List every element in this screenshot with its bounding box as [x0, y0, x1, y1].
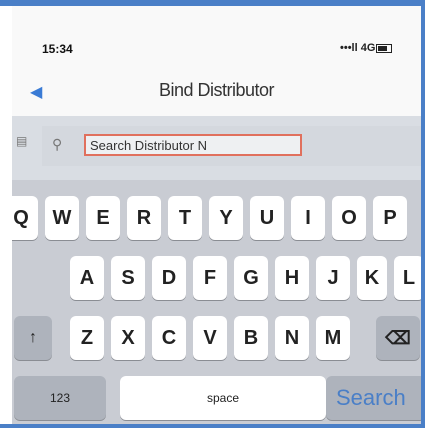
- navigation-bar: ◀ Bind Distributor: [12, 66, 421, 116]
- key-row-4: 123 space Search: [12, 376, 421, 420]
- key-r[interactable]: R: [127, 196, 161, 240]
- key-d[interactable]: D: [152, 256, 186, 300]
- key-o[interactable]: O: [332, 196, 366, 240]
- key-b[interactable]: B: [234, 316, 268, 360]
- signal-indicator: •••ll 4G: [340, 42, 376, 54]
- search-field: ⚲: [42, 126, 421, 166]
- key-g[interactable]: G: [234, 256, 268, 300]
- search-icon: ⚲: [52, 136, 63, 152]
- key-t[interactable]: T: [168, 196, 202, 240]
- key-u[interactable]: U: [250, 196, 284, 240]
- numbers-key[interactable]: 123: [14, 376, 106, 420]
- key-e[interactable]: E: [86, 196, 120, 240]
- key-c[interactable]: C: [152, 316, 186, 360]
- key-i[interactable]: I: [291, 196, 325, 240]
- key-v[interactable]: V: [193, 316, 227, 360]
- space-key[interactable]: space: [120, 376, 326, 420]
- key-s[interactable]: S: [111, 256, 145, 300]
- key-row-1: Q W E R T Y U I O P: [12, 196, 421, 240]
- search-key[interactable]: Search: [326, 376, 421, 420]
- key-y[interactable]: Y: [209, 196, 243, 240]
- search-input[interactable]: [84, 134, 302, 156]
- delete-key[interactable]: ⌫: [376, 316, 420, 360]
- scan-icon[interactable]: ▤: [16, 134, 36, 150]
- battery-icon: [376, 44, 392, 53]
- key-n[interactable]: N: [275, 316, 309, 360]
- key-j[interactable]: J: [316, 256, 350, 300]
- key-row-2: A S D F G H J K L: [12, 256, 421, 300]
- key-p[interactable]: P: [373, 196, 407, 240]
- keyboard: Q W E R T Y U I O P A S D F G H J K L ↑ …: [12, 180, 421, 424]
- phone-screen: 15:34 •••ll 4G ◀ Bind Distributor ▤ ⚲ Q …: [12, 6, 421, 424]
- search-bar: ▤ ⚲: [12, 116, 421, 180]
- page-title: Bind Distributor: [158, 80, 275, 100]
- key-z[interactable]: Z: [70, 316, 104, 360]
- key-row-3: ↑ Z X C V B N M ⌫: [12, 316, 421, 360]
- key-l[interactable]: L: [394, 256, 421, 300]
- status-time: 15:34: [42, 42, 73, 56]
- key-a[interactable]: A: [70, 256, 104, 300]
- key-k[interactable]: K: [357, 256, 387, 300]
- status-bar: 15:34 •••ll 4G: [12, 6, 421, 66]
- key-q[interactable]: Q: [12, 196, 38, 240]
- key-w[interactable]: W: [45, 196, 79, 240]
- key-m[interactable]: M: [316, 316, 350, 360]
- shift-key[interactable]: ↑: [14, 316, 52, 360]
- key-h[interactable]: H: [275, 256, 309, 300]
- key-f[interactable]: F: [193, 256, 227, 300]
- key-x[interactable]: X: [111, 316, 145, 360]
